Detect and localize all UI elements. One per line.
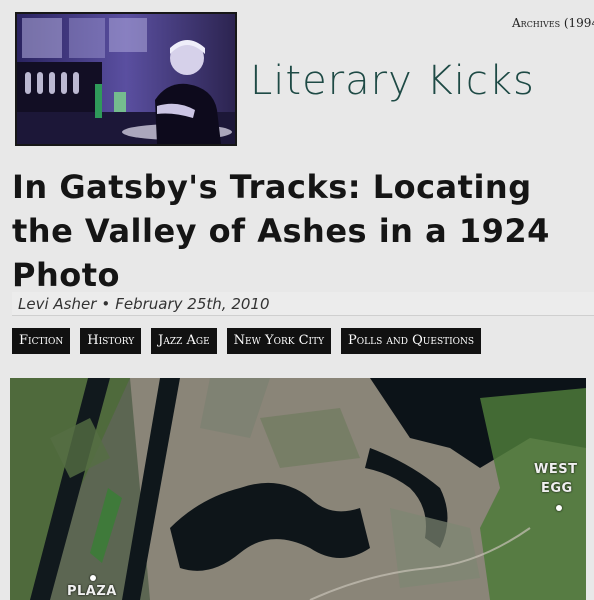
map-label-west: WEST <box>534 462 578 477</box>
tag-list: Fiction History Jazz Age New York City P… <box>12 328 482 354</box>
post-date: February 25th, 2010 <box>115 295 270 313</box>
post-byline: Levi Asher • February 25th, 2010 <box>12 292 594 316</box>
tag-jazz-age[interactable]: Jazz Age <box>151 328 217 354</box>
archives-nav-link[interactable]: Archives (1994 <box>512 16 594 30</box>
site-title[interactable]: Literary Kicks <box>250 58 535 104</box>
logo-photo-image <box>17 14 235 144</box>
map-label-plaza: PLAZA <box>67 584 117 599</box>
site-logo-photo[interactable] <box>15 12 237 146</box>
satellite-map-image: WEST EGG PLAZA <box>10 378 586 600</box>
tag-fiction[interactable]: Fiction <box>12 328 71 354</box>
map-graphic <box>10 378 586 600</box>
author-name[interactable]: Levi Asher <box>18 295 96 313</box>
map-marker-west-egg <box>556 505 562 511</box>
tag-new-york-city[interactable]: New York City <box>226 328 332 354</box>
byline-separator: • <box>101 295 111 313</box>
map-marker-plaza <box>90 575 96 581</box>
tag-history[interactable]: History <box>80 328 142 354</box>
map-label-egg: EGG <box>541 481 573 496</box>
post-title[interactable]: In Gatsby's Tracks: Locating the Valley … <box>12 165 582 297</box>
tag-polls-and-questions[interactable]: Polls and Questions <box>341 328 482 354</box>
